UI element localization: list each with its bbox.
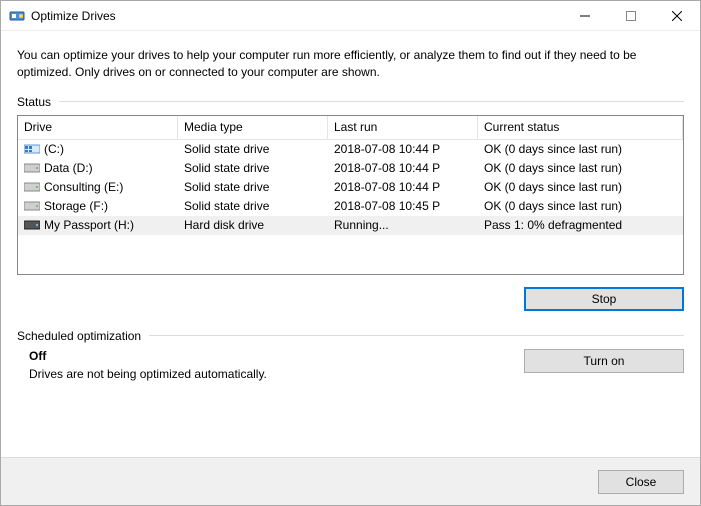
drive-status: OK (0 days since last run) [478,199,683,213]
status-section-header: Status [17,95,684,109]
content-area: You can optimize your drives to help you… [1,31,700,457]
scheduled-state: Off [29,349,524,363]
drives-list-header[interactable]: Drive Media type Last run Current status [18,116,683,140]
divider [149,335,684,336]
drive-status: OK (0 days since last run) [478,161,683,175]
drive-media: Solid state drive [178,180,328,194]
window-title: Optimize Drives [31,9,116,23]
column-last-run[interactable]: Last run [328,116,478,139]
drive-media: Hard disk drive [178,218,328,232]
status-label: Status [17,95,51,109]
drive-icon [24,200,40,212]
drive-last-run: 2018-07-08 10:45 P [328,199,478,213]
scheduled-section-header: Scheduled optimization [17,329,684,343]
table-row[interactable]: My Passport (H:) Hard disk driveRunning..… [18,216,683,235]
drive-name: (C:) [44,142,64,156]
drive-media: Solid state drive [178,199,328,213]
scheduled-label: Scheduled optimization [17,329,141,343]
close-button[interactable]: Close [598,470,684,494]
drive-media: Solid state drive [178,161,328,175]
drive-icon [24,143,40,155]
drive-status: OK (0 days since last run) [478,180,683,194]
table-row[interactable]: Storage (F:) Solid state drive2018-07-08 … [18,197,683,216]
table-row[interactable]: Consulting (E:) Solid state drive2018-07-… [18,178,683,197]
drive-name: Data (D:) [44,161,93,175]
drive-icon [24,162,40,174]
app-icon [9,8,25,24]
divider [59,101,684,102]
table-row[interactable]: (C:) Solid state drive2018-07-08 10:44 PO… [18,140,683,159]
drive-last-run: 2018-07-08 10:44 P [328,142,478,156]
drive-status: Pass 1: 0% defragmented [478,218,683,232]
drive-media: Solid state drive [178,142,328,156]
dialog-footer: Close [1,457,700,505]
table-row[interactable]: Data (D:) Solid state drive2018-07-08 10:… [18,159,683,178]
drive-last-run: 2018-07-08 10:44 P [328,180,478,194]
drive-name: My Passport (H:) [44,218,134,232]
stop-button[interactable]: Stop [524,287,684,311]
drive-icon [24,219,40,231]
scheduled-info: Off Drives are not being optimized autom… [17,349,524,381]
column-media[interactable]: Media type [178,116,328,139]
drive-name: Storage (F:) [44,199,108,213]
intro-text: You can optimize your drives to help you… [17,47,684,81]
drive-last-run: Running... [328,218,478,232]
column-drive[interactable]: Drive [18,116,178,139]
drive-status: OK (0 days since last run) [478,142,683,156]
drive-name: Consulting (E:) [44,180,123,194]
drives-list[interactable]: Drive Media type Last run Current status… [17,115,684,275]
column-current-status[interactable]: Current status [478,116,683,139]
close-window-button[interactable] [654,1,700,31]
action-button-row: Stop [17,287,684,311]
drive-icon [24,181,40,193]
drive-last-run: 2018-07-08 10:44 P [328,161,478,175]
scheduled-description: Drives are not being optimized automatic… [29,367,524,381]
minimize-button[interactable] [562,1,608,31]
titlebar: Optimize Drives [1,1,700,31]
turn-on-button[interactable]: Turn on [524,349,684,373]
maximize-button[interactable] [608,1,654,31]
